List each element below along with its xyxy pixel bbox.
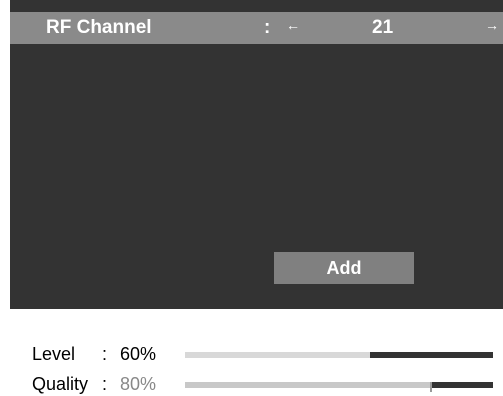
rf-channel-value: 21	[372, 17, 394, 38]
channel-panel	[10, 0, 503, 309]
level-label: Level	[32, 344, 76, 364]
level-separator: :	[102, 344, 108, 364]
arrow-left-icon[interactable]: ←	[286, 17, 300, 33]
level-bar	[185, 352, 493, 358]
quality-bar-fill	[185, 382, 432, 388]
add-button[interactable]: Add	[274, 252, 414, 284]
arrow-right-icon[interactable]: →	[485, 17, 499, 33]
quality-label: Quality	[32, 374, 89, 394]
quality-row: Quality : 80%	[32, 372, 503, 396]
quality-bar-marker	[430, 382, 433, 392]
quality-bar	[185, 382, 493, 392]
quality-value: 80%	[120, 374, 157, 394]
level-bar-fill	[185, 352, 370, 358]
rf-channel-row[interactable]: RF Channel : ← 21 →	[10, 12, 503, 44]
rf-channel-label: RF Channel	[46, 17, 152, 38]
quality-separator: :	[102, 374, 108, 394]
level-row: Level : 60%	[32, 342, 503, 366]
rf-channel-separator: :	[264, 17, 271, 38]
level-value: 60%	[120, 344, 157, 364]
